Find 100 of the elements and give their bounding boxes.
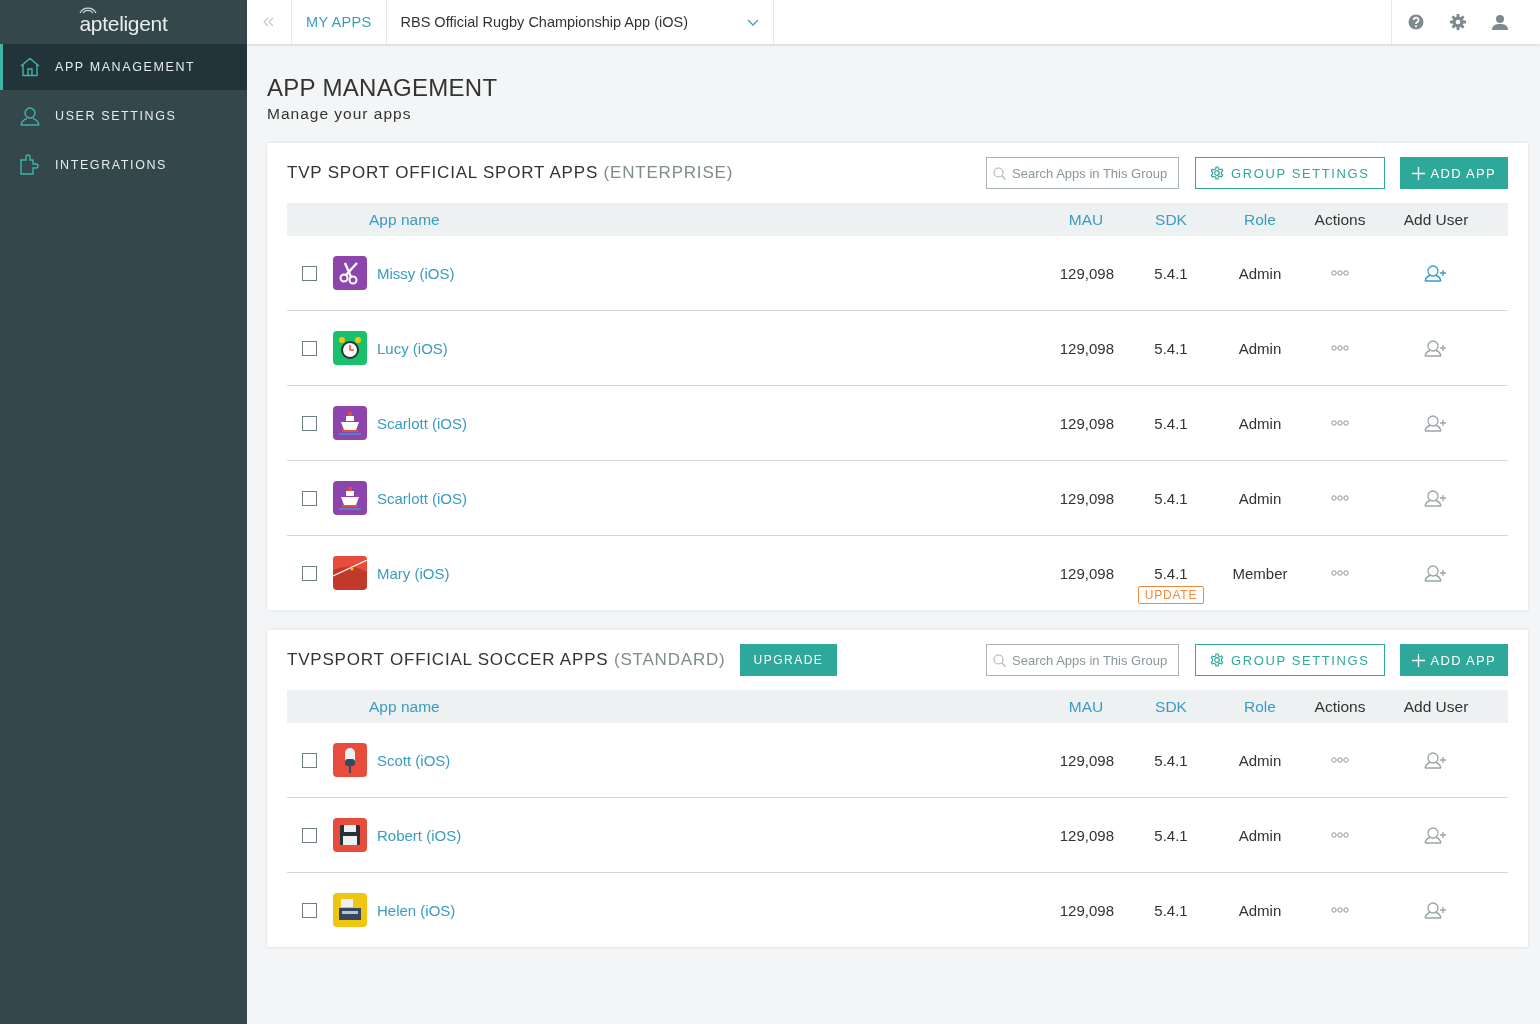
scissors-icon — [333, 256, 367, 290]
checkbox[interactable] — [302, 752, 317, 768]
app-name-link[interactable]: Scott (iOS) — [377, 751, 1041, 769]
sdk-version: 5.4.1 — [1154, 264, 1188, 282]
sdk-version: 5.4.1 — [1154, 751, 1188, 769]
app-name-link[interactable]: Mary (iOS) — [377, 564, 1041, 582]
column-header[interactable]: MAU — [1068, 697, 1104, 716]
mau-value: 129,098 — [1059, 826, 1114, 844]
group-settings-button[interactable]: GROUP SETTINGS — [1195, 157, 1385, 189]
group-title: TVPSPORT OFFICIAL SOCCER APPS (STANDARD) — [287, 650, 726, 670]
more-icon[interactable] — [1331, 495, 1349, 501]
column-header[interactable]: Role — [1244, 697, 1276, 716]
sdk-version: 5.4.1 — [1154, 826, 1188, 844]
app-name-link[interactable]: Scarlott (iOS) — [377, 414, 1041, 432]
column-header[interactable]: App name — [369, 697, 440, 716]
cash-register-icon — [333, 893, 367, 927]
add-app-button[interactable]: ADD APP — [1399, 644, 1508, 676]
sidebar-item[interactable]: INTEGRATIONS — [0, 142, 247, 188]
app-name-link[interactable]: Lucy (iOS) — [377, 339, 1041, 357]
sidebar-item[interactable]: USER SETTINGS — [0, 93, 247, 139]
search-icon — [993, 167, 1007, 180]
ship-icon — [333, 406, 367, 440]
page-title: APP MANAGEMENT — [267, 74, 499, 102]
mau-value: 129,098 — [1059, 414, 1114, 432]
role-value: Admin — [1238, 264, 1282, 282]
app-name-link[interactable]: Scarlott (iOS) — [377, 489, 1041, 507]
sdk-version: 5.4.1 — [1154, 564, 1188, 582]
mau-value: 129,098 — [1059, 339, 1114, 357]
ship-icon — [333, 481, 367, 515]
user-icon[interactable] — [1492, 14, 1508, 30]
microphone-icon — [333, 743, 367, 777]
checkbox[interactable] — [302, 490, 317, 506]
add-user-icon[interactable] — [1424, 414, 1448, 432]
role-value: Admin — [1238, 751, 1282, 769]
column-header[interactable]: MAU — [1068, 210, 1104, 229]
more-icon[interactable] — [1331, 270, 1349, 276]
add-user-icon[interactable] — [1424, 489, 1448, 507]
column-header: Actions — [1314, 697, 1366, 716]
more-icon[interactable] — [1331, 570, 1349, 576]
add-user-icon[interactable] — [1424, 826, 1448, 844]
sdk-version: 5.4.1 — [1154, 414, 1188, 432]
add-app-button[interactable]: ADD APP — [1399, 157, 1508, 189]
breadcrumb-link[interactable]: MY APPS — [292, 0, 386, 44]
mau-value: 129,098 — [1059, 751, 1114, 769]
update-badge[interactable]: UPDATE — [1137, 585, 1205, 604]
settings-icon — [1210, 653, 1225, 667]
role-value: Member — [1232, 564, 1288, 582]
more-icon[interactable] — [1331, 757, 1349, 763]
more-icon[interactable] — [1331, 832, 1349, 838]
app-selector[interactable]: RBS Official Rugby Championship App (iOS) — [385, 0, 774, 44]
home-icon — [19, 57, 41, 77]
mau-value: 129,098 — [1059, 901, 1114, 919]
role-value: Admin — [1238, 489, 1282, 507]
puzzle-icon — [19, 154, 41, 176]
checkbox[interactable] — [302, 415, 317, 431]
logo: apteligent — [79, 8, 168, 36]
search-field[interactable]: Search Apps in This Group — [986, 157, 1180, 189]
sdk-version: 5.4.1 — [1154, 489, 1188, 507]
checkbox[interactable] — [302, 902, 317, 918]
sdk-version: 5.4.1 — [1154, 339, 1188, 357]
settings-icon[interactable] — [1450, 14, 1466, 30]
mau-value: 129,098 — [1059, 264, 1114, 282]
sidebar-item[interactable]: APP MANAGEMENT — [0, 44, 247, 90]
add-user-icon[interactable] — [1424, 751, 1448, 769]
upgrade-button[interactable]: UPGRADE — [739, 644, 838, 676]
alarm-clock-icon — [333, 331, 367, 365]
chart-icon — [333, 556, 367, 590]
back-icon[interactable] — [263, 17, 275, 27]
checkbox[interactable] — [302, 265, 317, 281]
role-value: Admin — [1238, 414, 1282, 432]
checkbox[interactable] — [302, 340, 317, 356]
checkbox[interactable] — [302, 565, 317, 581]
app-name-link[interactable]: Missy (iOS) — [377, 264, 1041, 282]
search-field[interactable]: Search Apps in This Group — [986, 644, 1180, 676]
app-name-link[interactable]: Helen (iOS) — [377, 901, 1041, 919]
role-value: Admin — [1238, 901, 1282, 919]
column-header: Add User — [1403, 697, 1469, 716]
add-user-icon[interactable] — [1424, 264, 1448, 282]
column-header[interactable]: Role — [1244, 210, 1276, 229]
add-user-icon[interactable] — [1424, 901, 1448, 919]
more-icon[interactable] — [1331, 907, 1349, 913]
user-icon — [19, 106, 41, 126]
column-header: Add User — [1403, 210, 1469, 229]
role-value: Admin — [1238, 339, 1282, 357]
plus-icon — [1411, 653, 1425, 667]
add-user-icon[interactable] — [1424, 564, 1448, 582]
settings-icon — [1210, 166, 1225, 180]
more-icon[interactable] — [1331, 420, 1349, 426]
group-settings-button[interactable]: GROUP SETTINGS — [1195, 644, 1385, 676]
column-header[interactable]: SDK — [1155, 210, 1187, 229]
help-icon[interactable] — [1408, 14, 1424, 30]
sdk-version: 5.4.1 — [1154, 901, 1188, 919]
column-header[interactable]: SDK — [1155, 697, 1187, 716]
more-icon[interactable] — [1331, 345, 1349, 351]
column-header[interactable]: App name — [369, 210, 440, 229]
app-name-link[interactable]: Robert (iOS) — [377, 826, 1041, 844]
add-user-icon[interactable] — [1424, 339, 1448, 357]
checkbox[interactable] — [302, 827, 317, 843]
role-value: Admin — [1238, 826, 1282, 844]
plus-icon — [1411, 166, 1425, 180]
